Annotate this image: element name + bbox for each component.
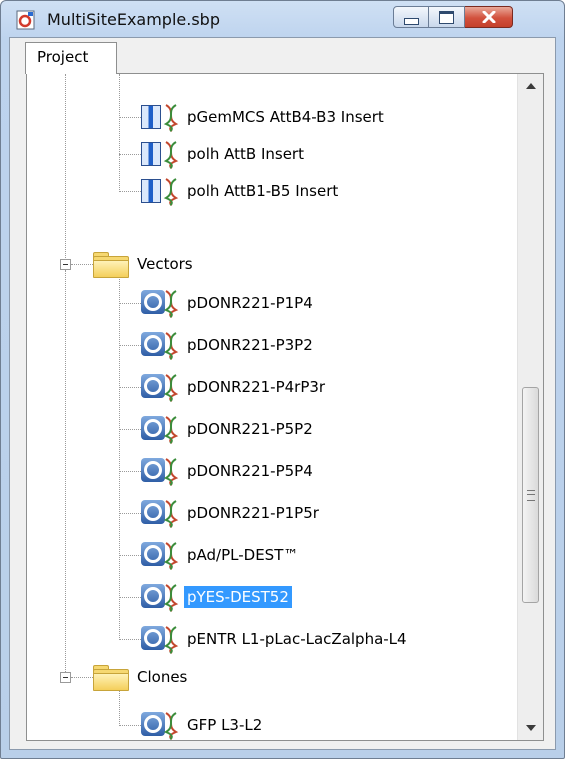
tree-item-insert[interactable]: polh AttB Insert	[141, 139, 307, 169]
tree-item-vector[interactable]: pDONR221-P1P4	[141, 288, 316, 318]
tree-item-label: pDONR221-P1P5r	[187, 504, 319, 522]
tree-item-vector[interactable]: pDONR221-P5P2	[141, 414, 316, 444]
window-title: MultiSiteExample.sbp	[47, 10, 220, 29]
tree-item-vector[interactable]: pENTR L1-pLac-LacZalpha-L4	[141, 624, 410, 654]
arrow-up-icon	[525, 83, 536, 89]
vector-plasmid-icon	[141, 583, 181, 612]
grip-icon	[526, 489, 535, 501]
folder-icon	[93, 664, 131, 691]
tab-project-label: Project	[37, 48, 89, 66]
tree-item-label: pDONR221-P5P4	[187, 462, 313, 480]
tree-item-label: polh AttB1-B5 Insert	[187, 182, 339, 200]
vector-plasmid-icon	[141, 541, 181, 570]
close-icon	[482, 11, 495, 23]
scrollbar-thumb[interactable]	[522, 387, 539, 603]
arrow-down-icon	[525, 725, 536, 731]
tree-item-label: pYES-DEST52	[184, 586, 292, 608]
tree-item-label: pAd/PL-DEST™	[187, 546, 299, 564]
tree-item-vector[interactable]: pAd/PL-DEST™	[141, 540, 301, 570]
maximize-button[interactable]	[429, 6, 465, 28]
tree-item-insert[interactable]: pGemMCS AttB4-B3 Insert	[141, 102, 387, 132]
tree-item-label: pDONR221-P4rP3r	[187, 378, 326, 396]
tree-item-label: pDONR221-P5P2	[187, 420, 313, 438]
tree-item-label: pENTR L1-pLac-LacZalpha-L4	[187, 630, 407, 648]
vector-plasmid-icon	[141, 499, 181, 528]
tree-item-label: pDONR221-P1P4	[187, 294, 313, 312]
tree-item-insert[interactable]: polh AttB1-B5 Insert	[141, 176, 341, 206]
vector-plasmid-icon	[141, 289, 181, 318]
vector-plasmid-icon	[141, 625, 181, 654]
window-controls	[393, 6, 513, 30]
tree-item-clone[interactable]: GFP L3-L2	[141, 710, 265, 740]
tree-item-vector[interactable]: pDONR221-P5P4	[141, 456, 316, 486]
vector-plasmid-icon	[141, 415, 181, 444]
vector-plasmid-icon	[141, 711, 181, 740]
vector-plasmid-icon	[141, 331, 181, 360]
insert-dna-icon	[141, 177, 181, 206]
tree-folder-label: Vectors	[137, 255, 193, 273]
vector-plasmid-icon	[141, 457, 181, 486]
minimize-button[interactable]	[393, 6, 429, 28]
vertical-scrollbar[interactable]	[517, 74, 543, 740]
tree-item-vector[interactable]: pDONR221-P1P5r	[141, 498, 322, 528]
tab-project[interactable]: Project	[25, 42, 117, 74]
tree-item-vector-selected[interactable]: pYES-DEST52	[141, 582, 292, 612]
scroll-up-button[interactable]	[518, 74, 543, 98]
vector-plasmid-icon	[141, 373, 181, 402]
insert-dna-icon	[141, 140, 181, 169]
tree-item-label: pGemMCS AttB4-B3 Insert	[187, 108, 384, 126]
tree-folder-label: Clones	[137, 668, 188, 686]
close-button[interactable]	[465, 6, 513, 28]
maximize-icon	[439, 10, 454, 24]
insert-dna-icon	[141, 103, 181, 132]
collapse-toggle-clones[interactable]	[60, 672, 71, 683]
tree-item-label: polh AttB Insert	[187, 145, 304, 163]
tree-folder-vectors[interactable]: Vectors	[93, 249, 196, 279]
app-window: MultiSiteExample.sbp Project pGemMCS Att…	[0, 0, 565, 759]
app-document-icon	[16, 10, 35, 30]
scroll-down-button[interactable]	[518, 716, 543, 740]
tree-item-label: pDONR221-P3P2	[187, 336, 313, 354]
folder-icon	[93, 251, 131, 278]
minimize-icon	[403, 17, 419, 25]
tree-item-vector[interactable]: pDONR221-P3P2	[141, 330, 316, 360]
tree-folder-clones[interactable]: Clones	[93, 662, 190, 692]
project-tree: pGemMCS AttB4-B3 Insert polh AttB Insert…	[27, 74, 517, 740]
title-bar[interactable]: MultiSiteExample.sbp	[1, 1, 564, 37]
project-tree-panel: pGemMCS AttB4-B3 Insert polh AttB Insert…	[26, 73, 544, 741]
collapse-toggle-vectors[interactable]	[60, 259, 71, 270]
tree-item-vector[interactable]: pDONR221-P4rP3r	[141, 372, 328, 402]
tree-item-label: GFP L3-L2	[187, 716, 263, 734]
